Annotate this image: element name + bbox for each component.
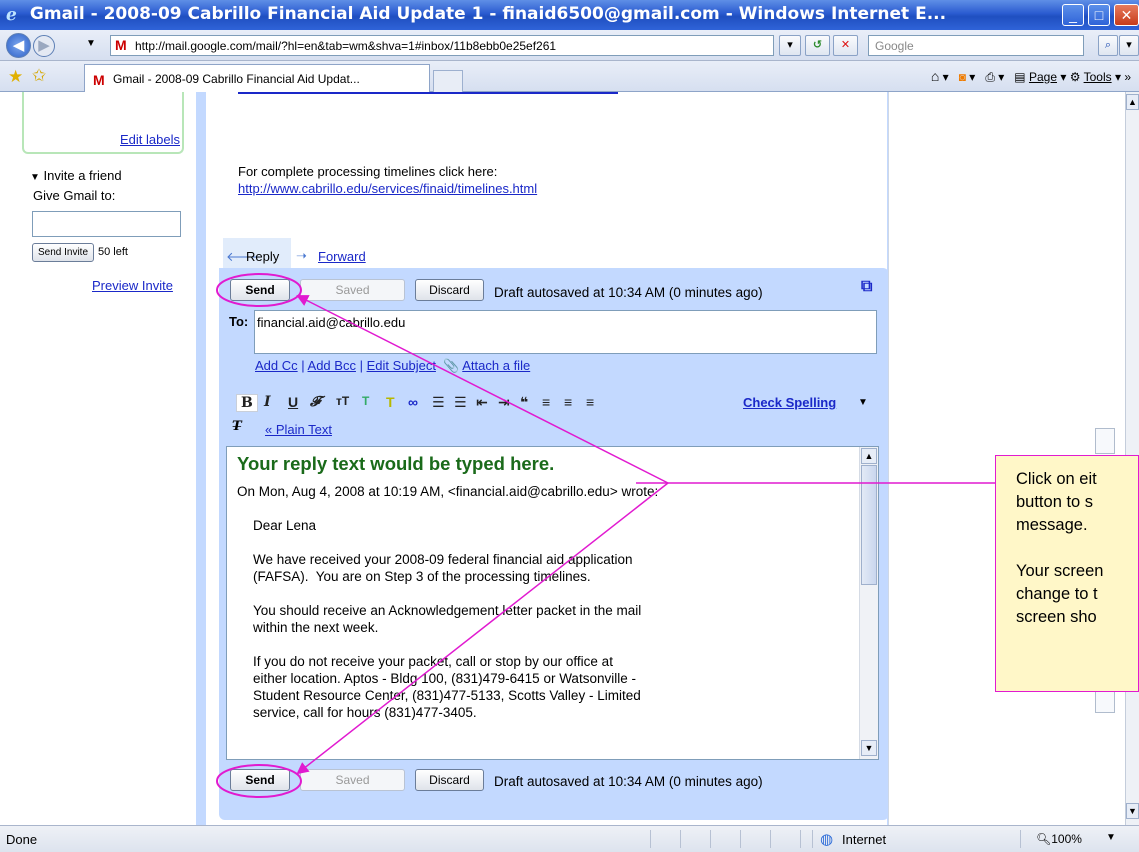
zoom-dropdown-icon[interactable]: ▼	[1106, 832, 1116, 843]
status-divider	[740, 830, 741, 848]
status-divider	[770, 830, 771, 848]
status-divider	[812, 830, 813, 848]
send-top-highlight	[216, 273, 302, 307]
zoom-value: 100%	[1051, 832, 1082, 846]
annotation-overlay	[216, 273, 995, 798]
status-divider	[800, 830, 801, 848]
arrow-to-bottom-send	[296, 482, 669, 775]
internet-globe-icon: ◍	[820, 831, 834, 848]
status-divider	[650, 830, 651, 848]
status-divider	[680, 830, 681, 848]
status-divider	[710, 830, 711, 848]
arrow-to-top-send	[296, 295, 669, 484]
zone-text: Internet	[842, 832, 887, 847]
status-text: Done	[6, 832, 38, 847]
status-bar: Done ◍ Internet 🔍︎100% ▼	[0, 825, 1139, 852]
send-bottom-highlight	[216, 764, 302, 798]
zoom-level[interactable]: 🔍︎100%	[1036, 832, 1082, 846]
status-divider	[1020, 830, 1021, 848]
